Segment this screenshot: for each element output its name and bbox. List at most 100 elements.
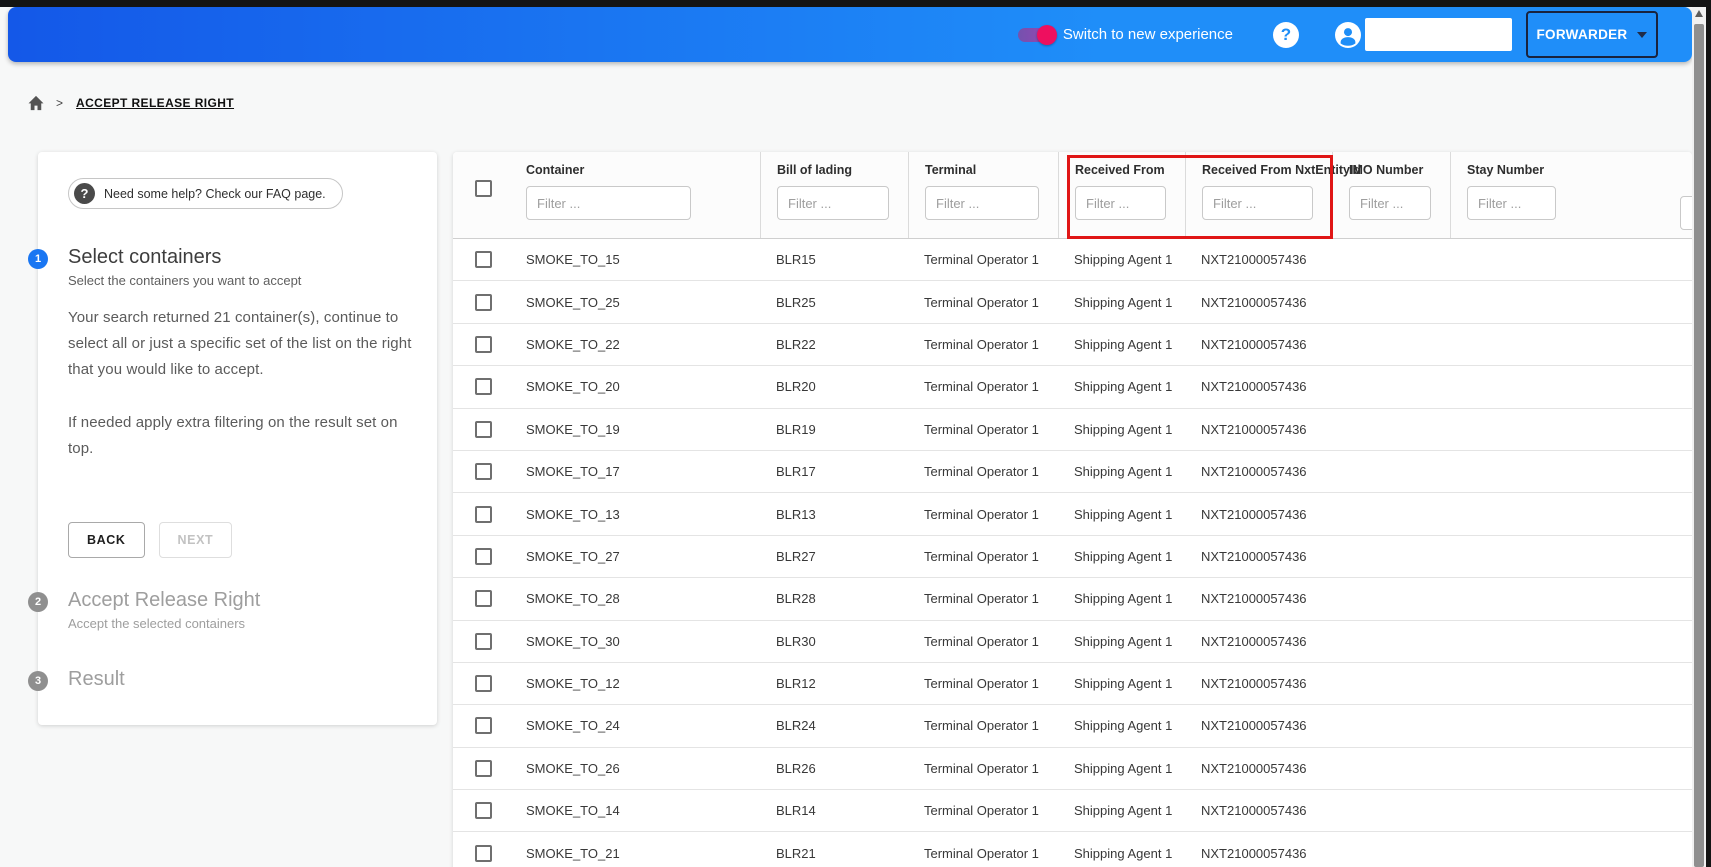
filter-input-received_from_nxt_entity_id[interactable]: [1202, 186, 1313, 220]
cell-received_from: Shipping Agent 1: [1058, 337, 1185, 352]
cutoff-column-filter-input[interactable]: [1680, 196, 1692, 230]
scrollbar-up-arrow-icon[interactable]: [1695, 10, 1703, 17]
row-checkbox-cell: [453, 506, 510, 523]
filtering-hint-text: If needed apply extra filtering on the r…: [68, 410, 414, 462]
help-icon[interactable]: ?: [1273, 22, 1299, 48]
row-checkbox[interactable]: [475, 633, 492, 650]
cell-received_from: Shipping Agent 1: [1058, 379, 1185, 394]
filter-input-stay_number[interactable]: [1467, 186, 1556, 220]
new-experience-toggle[interactable]: [1018, 28, 1054, 42]
cell-received_from_nxt_entity_id: NXT21000057436: [1185, 718, 1332, 733]
table-row: SMOKE_TO_30BLR30Terminal Operator 1Shipp…: [453, 621, 1692, 663]
cell-bill_of_lading: BLR20: [760, 379, 908, 394]
column-header-terminal: Terminal: [908, 152, 1058, 238]
row-checkbox-cell: [453, 294, 510, 311]
step-2-title: Accept Release Right: [68, 589, 409, 612]
filter-input-container[interactable]: [526, 186, 691, 220]
row-checkbox[interactable]: [475, 760, 492, 777]
cell-container: SMOKE_TO_19: [510, 422, 760, 437]
app-header-bar: Switch to new experience ? FORWARDER: [8, 7, 1692, 62]
cell-terminal: Terminal Operator 1: [908, 379, 1058, 394]
toggle-knob[interactable]: [1037, 25, 1057, 45]
faq-help-pill[interactable]: ? Need some help? Check our FAQ page.: [68, 178, 343, 209]
row-checkbox[interactable]: [475, 717, 492, 734]
table-row: SMOKE_TO_25BLR25Terminal Operator 1Shipp…: [453, 281, 1692, 323]
step-1-subtitle: Select the containers you want to accept: [68, 273, 409, 288]
cell-received_from: Shipping Agent 1: [1058, 591, 1185, 606]
table-row: SMOKE_TO_14BLR14Terminal Operator 1Shipp…: [453, 790, 1692, 832]
row-checkbox[interactable]: [475, 378, 492, 395]
table-row: SMOKE_TO_20BLR20Terminal Operator 1Shipp…: [453, 366, 1692, 408]
row-checkbox[interactable]: [475, 463, 492, 480]
row-checkbox[interactable]: [475, 294, 492, 311]
cell-terminal: Terminal Operator 1: [908, 846, 1058, 861]
row-checkbox[interactable]: [475, 506, 492, 523]
cell-container: SMOKE_TO_24: [510, 718, 760, 733]
row-checkbox[interactable]: [475, 802, 492, 819]
window-frame-top: [0, 0, 1711, 7]
table-row: SMOKE_TO_13BLR13Terminal Operator 1Shipp…: [453, 493, 1692, 535]
next-button-disabled[interactable]: NEXT: [159, 522, 233, 558]
row-checkbox-cell: [453, 336, 510, 353]
cell-terminal: Terminal Operator 1: [908, 507, 1058, 522]
cell-bill_of_lading: BLR28: [760, 591, 908, 606]
table-row: SMOKE_TO_21BLR21Terminal Operator 1Shipp…: [453, 832, 1692, 867]
column-label: IMO Number: [1349, 162, 1450, 178]
filter-input-bill_of_lading[interactable]: [777, 186, 889, 220]
cell-bill_of_lading: BLR30: [760, 634, 908, 649]
step-2-badge: 2: [28, 592, 48, 612]
step-1-title: Select containers: [68, 246, 409, 269]
row-checkbox[interactable]: [475, 675, 492, 692]
cell-container: SMOKE_TO_25: [510, 295, 760, 310]
cell-received_from: Shipping Agent 1: [1058, 718, 1185, 733]
row-checkbox-cell: [453, 760, 510, 777]
column-header-container: Container: [510, 152, 760, 238]
row-checkbox-cell: [453, 802, 510, 819]
filter-input-imo_number[interactable]: [1349, 186, 1431, 220]
table-row: SMOKE_TO_28BLR28Terminal Operator 1Shipp…: [453, 578, 1692, 620]
table-row: SMOKE_TO_22BLR22Terminal Operator 1Shipp…: [453, 324, 1692, 366]
breadcrumb: > ACCEPT RELEASE RIGHT: [27, 95, 234, 111]
cell-received_from_nxt_entity_id: NXT21000057436: [1185, 676, 1332, 691]
cell-received_from: Shipping Agent 1: [1058, 464, 1185, 479]
row-checkbox[interactable]: [475, 336, 492, 353]
step-3-title: Result: [68, 668, 409, 691]
filter-input-received_from[interactable]: [1075, 186, 1166, 220]
wizard-step-2: 2 Accept Release Right Accept the select…: [68, 589, 409, 631]
cell-bill_of_lading: BLR25: [760, 295, 908, 310]
column-label: Received From: [1075, 162, 1185, 178]
table-row: SMOKE_TO_12BLR12Terminal Operator 1Shipp…: [453, 663, 1692, 705]
row-checkbox[interactable]: [475, 845, 492, 862]
cell-received_from_nxt_entity_id: NXT21000057436: [1185, 464, 1332, 479]
row-checkbox[interactable]: [475, 421, 492, 438]
filter-input-terminal[interactable]: [925, 186, 1039, 220]
cell-received_from_nxt_entity_id: NXT21000057436: [1185, 252, 1332, 267]
user-account-icon[interactable]: [1335, 22, 1361, 48]
header-search-input[interactable]: [1365, 18, 1512, 51]
breadcrumb-current-link[interactable]: ACCEPT RELEASE RIGHT: [76, 96, 234, 110]
table-row: SMOKE_TO_27BLR27Terminal Operator 1Shipp…: [453, 536, 1692, 578]
scrollbar-thumb[interactable]: [1694, 24, 1704, 867]
cell-bill_of_lading: BLR26: [760, 761, 908, 776]
row-checkbox[interactable]: [475, 548, 492, 565]
select-all-checkbox[interactable]: [475, 180, 492, 197]
cell-received_from: Shipping Agent 1: [1058, 846, 1185, 861]
cell-terminal: Terminal Operator 1: [908, 337, 1058, 352]
cell-bill_of_lading: BLR17: [760, 464, 908, 479]
row-checkbox-cell: [453, 463, 510, 480]
cell-bill_of_lading: BLR24: [760, 718, 908, 733]
cell-received_from: Shipping Agent 1: [1058, 803, 1185, 818]
role-selector-button[interactable]: FORWARDER: [1526, 11, 1658, 58]
cell-received_from_nxt_entity_id: NXT21000057436: [1185, 803, 1332, 818]
vertical-scrollbar[interactable]: [1692, 0, 1706, 867]
table-header-row: ContainerBill of ladingTerminalReceived …: [453, 152, 1692, 239]
cell-terminal: Terminal Operator 1: [908, 718, 1058, 733]
row-checkbox[interactable]: [475, 251, 492, 268]
cell-received_from: Shipping Agent 1: [1058, 676, 1185, 691]
home-icon[interactable]: [27, 95, 45, 111]
row-checkbox[interactable]: [475, 590, 492, 607]
cell-received_from_nxt_entity_id: NXT21000057436: [1185, 549, 1332, 564]
back-button[interactable]: BACK: [68, 522, 145, 558]
cell-received_from: Shipping Agent 1: [1058, 761, 1185, 776]
cell-bill_of_lading: BLR14: [760, 803, 908, 818]
